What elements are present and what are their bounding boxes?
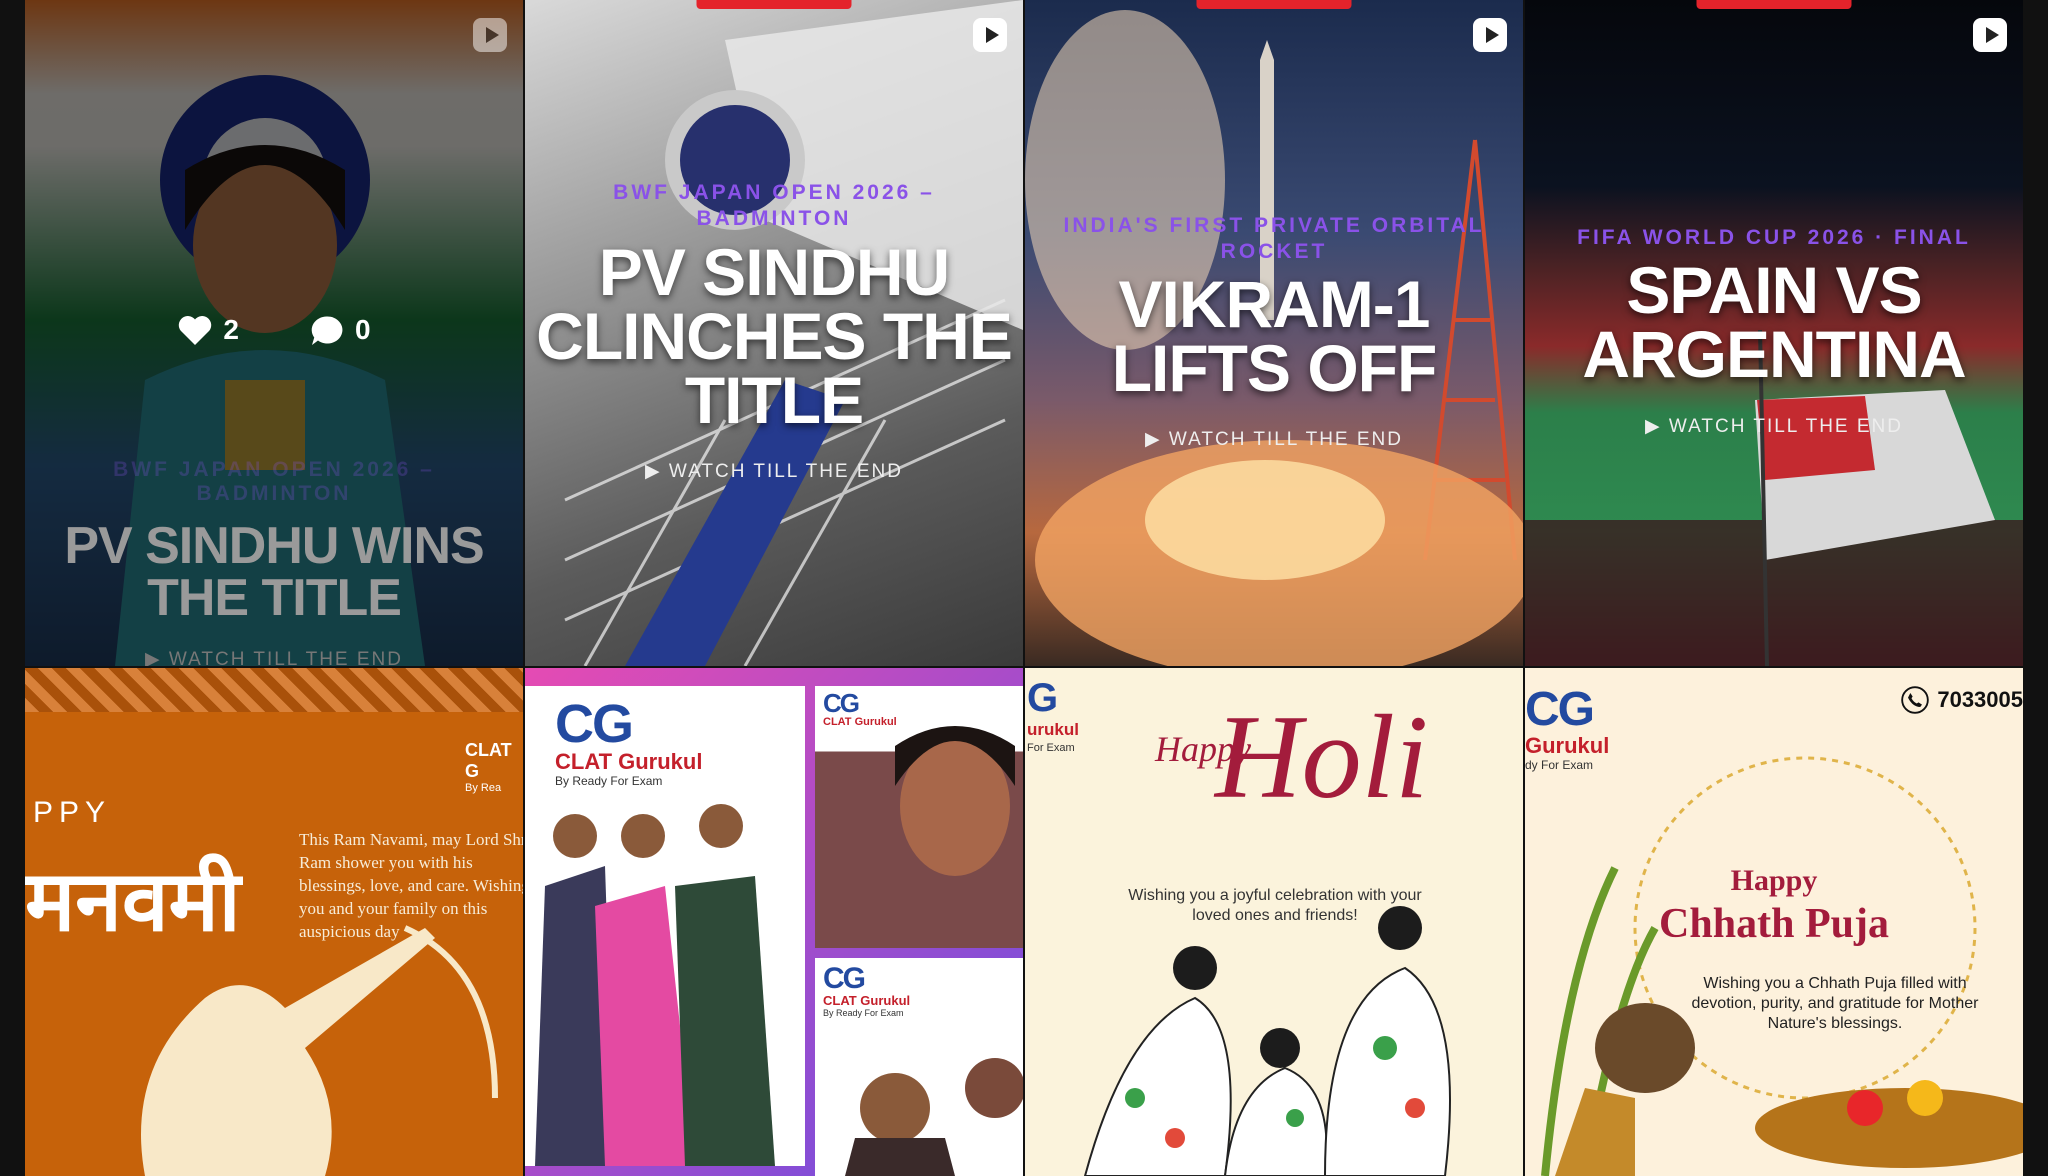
post-kicker: BWF Japan Open 2026 – Badminton [113, 458, 435, 505]
watch-text: WATCH TILL THE END [1168, 429, 1403, 450]
greeting-body: Wishing you a Chhath Puja filled with de… [1691, 975, 1979, 1032]
brand-logo: CG CLAT Gurukul By Ready For Exam [823, 962, 911, 1019]
heart-icon [179, 316, 212, 345]
post-kicker: India's First Private Orbital Rocket [1063, 214, 1485, 263]
post-tile-toppers[interactable]: CG CLAT Gurukul By Ready For Exam CG CLA… [525, 668, 1023, 1176]
reel-icon [1973, 18, 2007, 52]
brand-name: CLAT Gurukul [555, 749, 703, 774]
brand-logo: CG CLAT Gurukul [823, 690, 897, 728]
reel-icon [473, 18, 507, 52]
brand-name: CLAT Gurukul [823, 716, 897, 728]
brand-tagline: By Ready For Exam [823, 1008, 904, 1018]
post-tile-holi[interactable]: G urukul For Exam Happy Holi Wishing you… [1025, 668, 1523, 1176]
photo-panel-main: CG CLAT Gurukul By Ready For Exam [525, 686, 805, 1166]
archer-silhouette [141, 925, 498, 1176]
greeting-small: Happy [1730, 864, 1818, 897]
watch-label: ▶ WATCH TILL THE END [25, 648, 523, 666]
brand-logo: CG CLAT Gurukul By Ready For Exam [555, 694, 703, 788]
reel-icon [973, 18, 1007, 52]
watch-text: WATCH TILL THE END [168, 649, 403, 666]
post-headline: VIKRAM-1 LIFTS OFF [1111, 267, 1438, 405]
photo-panel-bottom: CG CLAT Gurukul By Ready For Exam [815, 958, 1023, 1176]
post-headline: PV SINDHU CLINCHES THE TITLE [536, 235, 1013, 437]
live-indicator [1196, 0, 1352, 9]
engagement-stats: 2 0 [25, 313, 523, 347]
brand-mark: CG [555, 694, 634, 754]
post-tile-sindhu-clinches[interactable]: BWF Japan Open 2026 – Badminton PV SINDH… [525, 0, 1023, 666]
post-tile-chhath-puja[interactable]: CG Gurukul dy For Exam 7033005 Happy Chh… [1525, 668, 2023, 1176]
greeting-big: Chhath Puja [1659, 901, 1889, 947]
comment-icon [311, 316, 343, 345]
brand-mark: CG [823, 962, 866, 995]
likes-count: 2 [223, 314, 239, 345]
watch-text: WATCH TILL THE END [1668, 416, 1903, 437]
watch-label: ▶ WATCH TILL THE END [1525, 415, 2023, 438]
post-tile-sindhu-wins[interactable]: BWF Japan Open 2026 – Badminton PV SINDH… [25, 0, 523, 666]
post-tile-ram-navami[interactable]: PPY मनवमी CLAT G By Rea This Ram Navami,… [25, 668, 523, 1176]
live-indicator [1696, 0, 1852, 9]
live-indicator [696, 0, 852, 9]
post-kicker: BWF Japan Open 2026 – Badminton [613, 181, 935, 230]
family-illustration [1083, 906, 1451, 1176]
brand-name: CLAT Gurukul [823, 993, 911, 1008]
photo-panel-top: CG CLAT Gurukul [815, 686, 1023, 948]
post-headline: PV SINDHU WINS THE TITLE [64, 517, 484, 627]
post-headline: SPAIN VS ARGENTINA [1582, 253, 1966, 391]
post-tile-vikram[interactable]: India's First Private Orbital Rocket VIK… [1025, 0, 1523, 666]
likes-stat: 2 [177, 313, 239, 347]
post-tile-world-cup[interactable]: FIFA World Cup 2026 · Final SPAIN VS ARG… [1525, 0, 2023, 666]
watch-text: WATCH TILL THE END [668, 461, 903, 482]
reel-icon [1473, 18, 1507, 52]
watch-label: ▶ WATCH TILL THE END [1025, 428, 1523, 451]
brand-tagline: By Ready For Exam [555, 774, 663, 788]
play-icon: ▶ [1644, 416, 1669, 437]
play-icon: ▶ [144, 649, 169, 666]
play-icon: ▶ [1144, 429, 1169, 450]
comments-stat: 0 [309, 313, 371, 347]
brand-mark: CG [823, 688, 860, 718]
watch-label: ▶ WATCH TILL THE END [525, 460, 1023, 483]
play-icon: ▶ [644, 461, 669, 482]
comments-count: 0 [355, 314, 371, 345]
post-kicker: FIFA World Cup 2026 · Final [1577, 226, 1971, 249]
post-grid: BWF Japan Open 2026 – Badminton PV SINDH… [25, 0, 2023, 1176]
